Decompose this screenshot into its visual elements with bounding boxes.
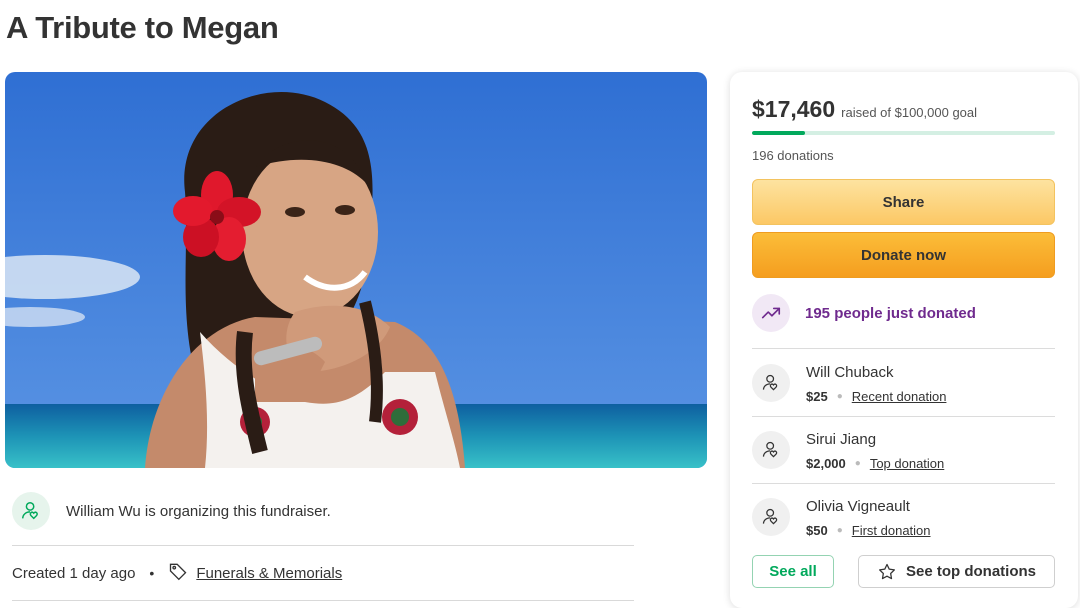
donor-name: Will Chuback — [806, 364, 894, 381]
goal-text: raised of $100,000 goal — [841, 105, 978, 120]
donor-item: Will Chuback $25 ● Recent donation — [752, 362, 1055, 410]
organizer-text: William Wu is organizing this fundraiser… — [66, 502, 331, 520]
category-link[interactable]: Funerals & Memorials — [196, 565, 342, 582]
amount-raised: $17,460 — [752, 96, 836, 122]
person-heart-icon — [12, 492, 50, 530]
see-all-button[interactable]: See all — [752, 555, 834, 588]
person-heart-icon — [752, 431, 790, 469]
person-heart-icon — [752, 364, 790, 402]
donation-type-link[interactable]: Top donation — [870, 456, 944, 471]
donor-details: $25 ● Recent donation — [806, 389, 946, 404]
progress-fill — [752, 131, 805, 135]
created-date: Created 1 day ago — [12, 564, 136, 582]
divider — [12, 600, 634, 601]
star-icon — [879, 563, 895, 579]
divider — [752, 416, 1055, 417]
hero-photo-image — [5, 72, 707, 468]
divider — [752, 483, 1055, 484]
donor-name: Sirui Jiang — [806, 431, 877, 448]
person-heart-icon — [752, 498, 790, 536]
donor-details: $50 ● First donation — [806, 523, 931, 538]
donor-amount: $50 — [806, 523, 828, 538]
donor-name: Olivia Vigneault — [806, 498, 910, 515]
organizer-row: William Wu is organizing this fundraiser… — [12, 491, 634, 531]
recent-donors-text: 195 people just donated — [805, 304, 976, 322]
divider — [752, 348, 1055, 349]
donations-count: 196 donations — [752, 148, 834, 163]
donor-details: $2,000 ● Top donation — [806, 456, 944, 471]
donation-card: $17,460 raised of $100,000 goal 196 dona… — [730, 72, 1078, 608]
recent-activity: 195 people just donated — [752, 293, 976, 333]
trending-up-icon — [752, 294, 790, 332]
fundraiser-meta: Created 1 day ago • Funerals & Memorials — [12, 562, 342, 584]
hero-photo[interactable] — [5, 72, 707, 468]
separator-dot: ● — [854, 458, 861, 469]
amount-row: $17,460 raised of $100,000 goal — [752, 96, 977, 123]
see-top-donations-label: See top donations — [905, 563, 1036, 580]
meta-separator: • — [149, 565, 155, 581]
page-title: A Tribute to Megan — [6, 10, 279, 45]
progress-bar — [752, 131, 1055, 135]
separator-dot: ● — [836, 525, 843, 536]
separator-dot: ● — [836, 391, 843, 402]
donor-item: Olivia Vigneault $50 ● First donation — [752, 496, 1055, 544]
see-top-donations-button[interactable]: See top donations — [858, 555, 1055, 588]
donor-amount: $25 — [806, 389, 828, 404]
donation-type-link[interactable]: Recent donation — [852, 389, 947, 404]
donor-amount: $2,000 — [806, 456, 846, 471]
share-button[interactable]: Share — [752, 179, 1055, 225]
donate-now-button[interactable]: Donate now — [752, 232, 1055, 278]
tag-icon — [168, 561, 188, 585]
donor-item: Sirui Jiang $2,000 ● Top donation — [752, 429, 1055, 477]
divider — [12, 545, 634, 546]
donation-type-link[interactable]: First donation — [852, 523, 931, 538]
